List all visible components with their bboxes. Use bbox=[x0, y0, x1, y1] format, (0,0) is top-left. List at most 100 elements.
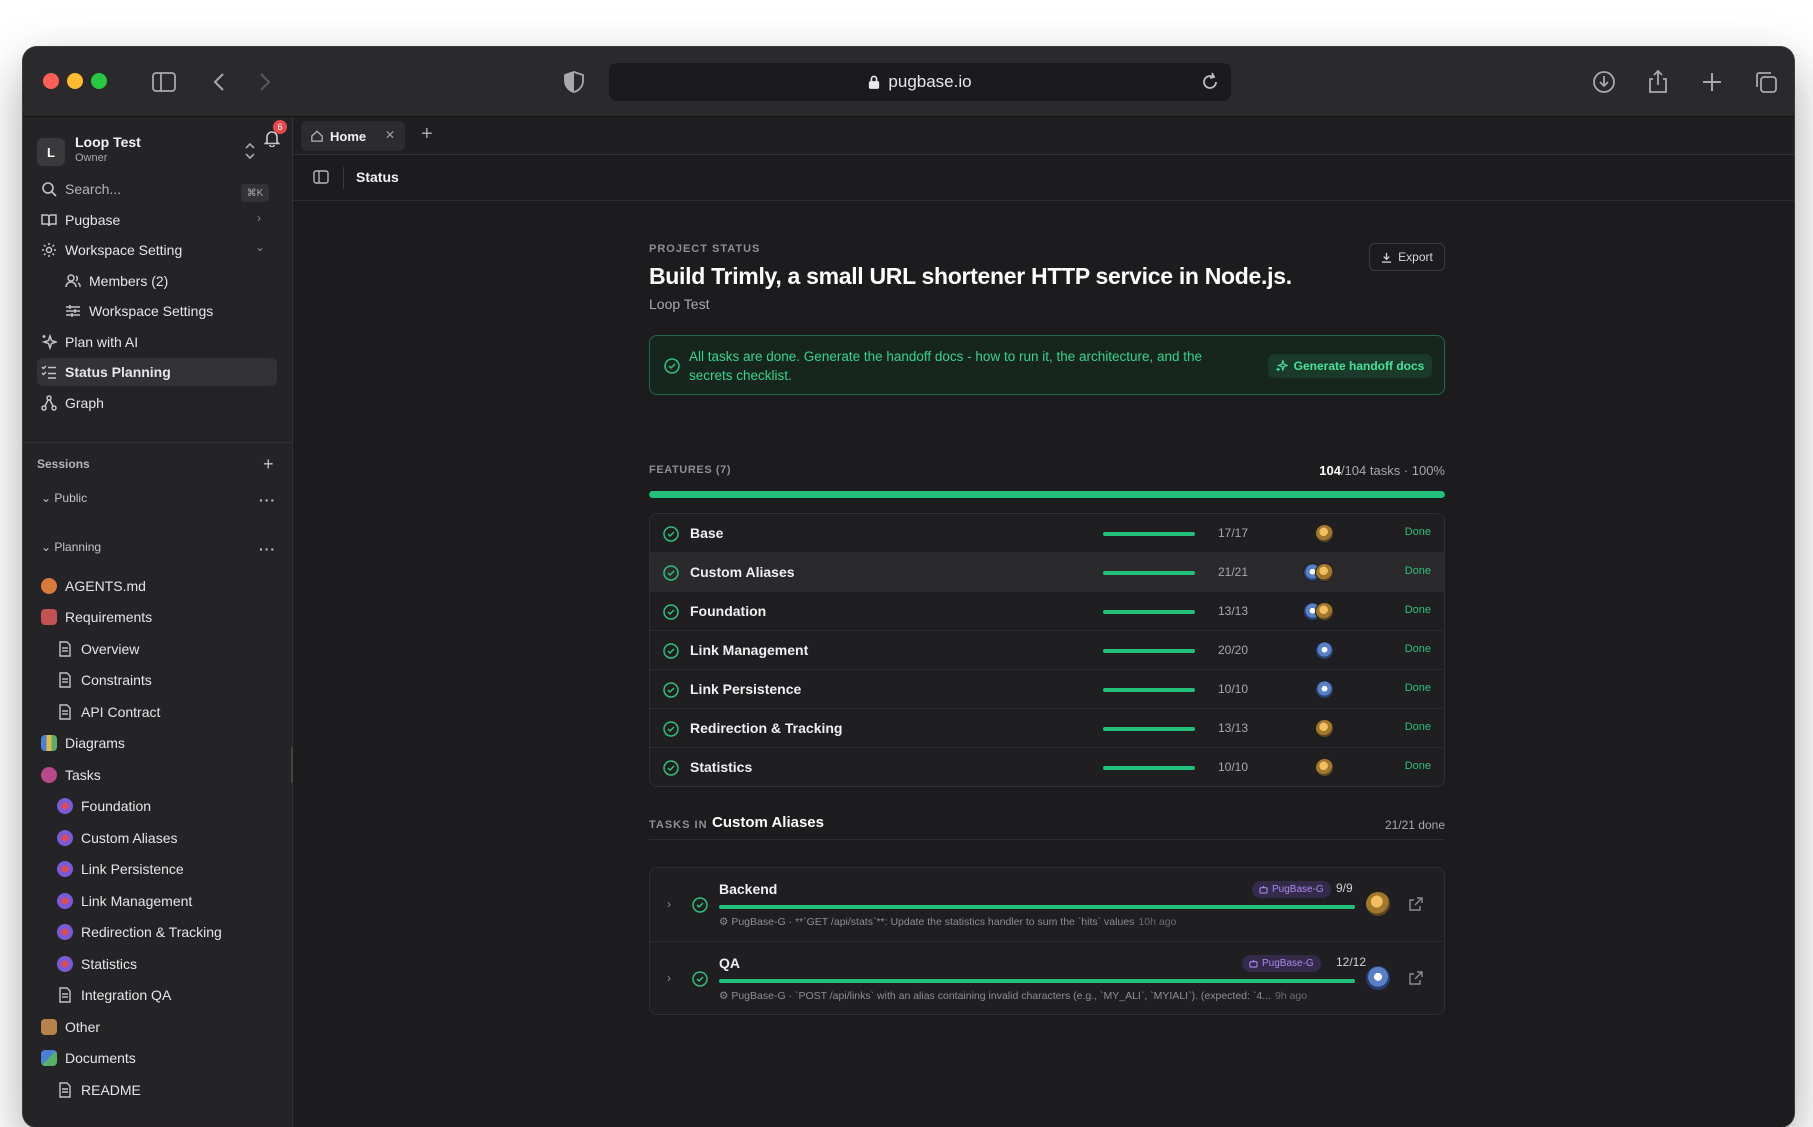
task-groups-list: › Backend PugBase-G 9/9 ⚙ PugBase-G · **… bbox=[649, 867, 1445, 1015]
export-button[interactable]: Export bbox=[1369, 243, 1445, 271]
assignee-avatar bbox=[1366, 966, 1390, 990]
tree-item-redirection-tracking[interactable]: Redirection & Tracking bbox=[57, 918, 222, 946]
sidebar-item-pugbase[interactable]: Pugbase bbox=[41, 206, 291, 234]
tree-item-requirements[interactable]: Requirements bbox=[41, 603, 152, 631]
feature-name: Redirection & Tracking bbox=[690, 720, 843, 736]
add-tab-icon[interactable]: + bbox=[421, 123, 433, 146]
chevron-right-icon[interactable]: › bbox=[257, 211, 261, 225]
sidebar-item-label: Graph bbox=[65, 395, 104, 411]
generate-handoff-docs-button[interactable]: Generate handoff docs bbox=[1268, 354, 1432, 378]
reload-icon[interactable] bbox=[1199, 71, 1221, 93]
public-label: Public bbox=[54, 491, 88, 505]
download-icon bbox=[1382, 252, 1392, 263]
agent-name: PugBase-G bbox=[1272, 884, 1324, 895]
tree-item-readme[interactable]: README bbox=[57, 1076, 141, 1104]
tree-item-overview[interactable]: Overview bbox=[57, 635, 139, 663]
external-link-icon[interactable] bbox=[1408, 896, 1424, 912]
tree-item-label: API Contract bbox=[81, 704, 161, 720]
tab-overview-icon[interactable] bbox=[1753, 69, 1779, 95]
tree-item-agents-md[interactable]: AGENTS.md bbox=[41, 572, 146, 600]
tree-item-statistics[interactable]: Statistics bbox=[57, 950, 137, 978]
workspace-switcher[interactable]: L Loop Test Owner bbox=[37, 130, 287, 170]
feature-name: Base bbox=[690, 525, 724, 541]
sidebar-item-plan-with-ai[interactable]: Plan with AI bbox=[41, 328, 281, 356]
tree-item-documents[interactable]: Documents bbox=[41, 1044, 136, 1072]
task-group-row[interactable]: › Backend PugBase-G 9/9 ⚙ PugBase-G · **… bbox=[650, 868, 1444, 942]
tree-item-api-contract[interactable]: API Contract bbox=[57, 698, 160, 726]
sidebar-item-members[interactable]: Members (2) bbox=[65, 267, 265, 295]
feature-progress-bar bbox=[1103, 688, 1195, 692]
planning-more-icon[interactable]: ··· bbox=[259, 541, 276, 557]
feature-name: Custom Aliases bbox=[690, 564, 795, 580]
tree-item-tasks[interactable]: Tasks bbox=[41, 761, 101, 789]
privacy-shield-icon[interactable] bbox=[561, 69, 587, 95]
chevron-right-icon[interactable]: › bbox=[667, 897, 671, 911]
feature-progress-fill bbox=[1103, 766, 1195, 770]
books-icon bbox=[41, 1050, 57, 1066]
new-tab-icon[interactable] bbox=[1699, 69, 1725, 95]
sidebar-item-graph[interactable]: Graph bbox=[41, 389, 281, 417]
document-icon bbox=[59, 1082, 71, 1098]
check-circle-icon bbox=[663, 721, 679, 737]
tree-item-other[interactable]: Other bbox=[41, 1013, 100, 1041]
tree-item-link-management[interactable]: Link Management bbox=[57, 887, 192, 915]
feature-progress-bar bbox=[1103, 727, 1195, 731]
chevron-down-icon[interactable]: ⌄ bbox=[255, 240, 265, 254]
forward-icon[interactable] bbox=[251, 69, 277, 95]
check-circle-icon bbox=[663, 565, 679, 581]
agent-name: PugBase-G bbox=[1262, 958, 1314, 969]
add-session-icon[interactable]: + bbox=[263, 454, 274, 475]
address-bar[interactable]: pugbase.io bbox=[609, 63, 1231, 101]
task-group-progress-fill bbox=[719, 905, 1355, 909]
share-icon[interactable] bbox=[1645, 69, 1671, 95]
maximize-window-button[interactable] bbox=[91, 73, 107, 89]
sidebar-toggle-icon[interactable] bbox=[151, 69, 177, 95]
tree-item-integration-qa[interactable]: Integration QA bbox=[57, 981, 171, 1009]
checklist-icon bbox=[41, 365, 56, 379]
feature-count: 20/20 bbox=[1218, 643, 1249, 657]
task-group-count: 9/9 bbox=[1336, 881, 1353, 895]
task-group-row[interactable]: › QA PugBase-G 12/12 ⚙ PugBase-G · `POST… bbox=[650, 942, 1444, 1014]
sidebar-item-status-planning[interactable]: Status Planning bbox=[37, 358, 277, 386]
external-link-icon[interactable] bbox=[1408, 970, 1424, 986]
bar-chart-icon bbox=[41, 735, 57, 751]
feature-row[interactable]: Custom Aliases 21/21 Done bbox=[650, 553, 1444, 592]
close-window-button[interactable] bbox=[43, 73, 59, 89]
back-icon[interactable] bbox=[207, 69, 233, 95]
sidebar-item-label: Members (2) bbox=[89, 273, 169, 289]
feature-row[interactable]: Link Persistence 10/10 Done bbox=[650, 670, 1444, 709]
feature-name: Foundation bbox=[690, 603, 767, 619]
tree-item-label: Overview bbox=[81, 641, 140, 657]
public-group-toggle[interactable]: ⌄ Public bbox=[41, 491, 87, 505]
feature-progress-fill bbox=[1103, 571, 1195, 575]
tree-item-diagrams[interactable]: Diagrams bbox=[41, 729, 125, 757]
planning-group-toggle[interactable]: ⌄ Planning bbox=[41, 540, 101, 554]
check-circle-icon bbox=[692, 897, 708, 913]
tree-item-foundation[interactable]: Foundation bbox=[57, 792, 151, 820]
agents-icon bbox=[41, 578, 57, 594]
public-more-icon[interactable]: ··· bbox=[259, 492, 276, 508]
project-title: Build Trimly, a small URL shortener HTTP… bbox=[649, 263, 1292, 289]
minimize-window-button[interactable] bbox=[67, 73, 83, 89]
search-input[interactable]: Search... bbox=[41, 175, 273, 203]
download-icon[interactable] bbox=[1591, 69, 1617, 95]
tree-item-custom-aliases[interactable]: Custom Aliases bbox=[57, 824, 177, 852]
close-tab-icon[interactable]: ✕ bbox=[385, 128, 395, 142]
tab-home[interactable]: Home ✕ bbox=[301, 121, 405, 151]
feature-row[interactable]: Statistics 10/10 Done bbox=[650, 748, 1444, 786]
sidebar-item-workspace-setting[interactable]: Workspace Setting bbox=[41, 236, 291, 264]
feature-row[interactable]: Foundation 13/13 Done bbox=[650, 592, 1444, 631]
feature-row[interactable]: Link Management 20/20 Done bbox=[650, 631, 1444, 670]
feature-count: 13/13 bbox=[1218, 604, 1249, 618]
tree-item-constraints[interactable]: Constraints bbox=[57, 666, 152, 694]
task-group-name: Backend bbox=[719, 881, 778, 897]
feature-row[interactable]: Base 17/17 Done bbox=[650, 514, 1444, 553]
panel-toggle-icon[interactable] bbox=[313, 169, 329, 185]
package-icon bbox=[41, 1019, 57, 1035]
tree-item-link-persistence[interactable]: Link Persistence bbox=[57, 855, 184, 883]
chevron-up-down-icon[interactable] bbox=[243, 142, 257, 160]
feature-progress-bar bbox=[1103, 766, 1195, 770]
feature-row[interactable]: Redirection & Tracking 13/13 Done bbox=[650, 709, 1444, 748]
chevron-right-icon[interactable]: › bbox=[667, 971, 671, 985]
sidebar-item-workspace-settings[interactable]: Workspace Settings bbox=[65, 297, 265, 325]
